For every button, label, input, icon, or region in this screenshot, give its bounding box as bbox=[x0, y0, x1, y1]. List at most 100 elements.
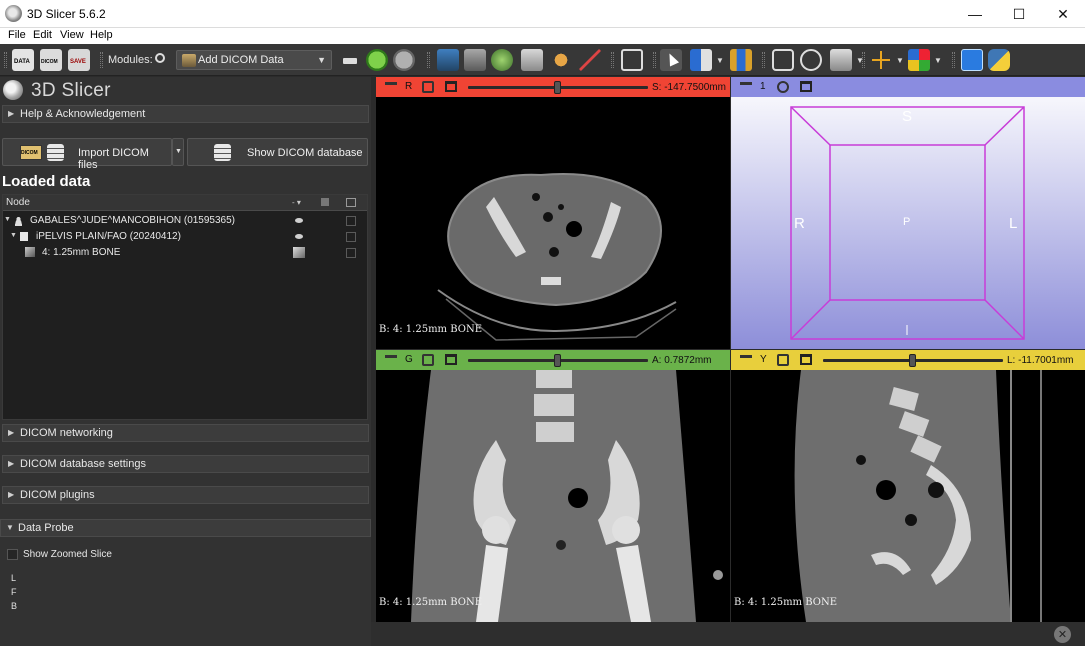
yellow-view-layer-label: B: 4: 1.25mm BONE bbox=[734, 597, 837, 608]
edit-properties-icon[interactable] bbox=[346, 216, 356, 226]
green-slider-thumb[interactable] bbox=[554, 354, 561, 367]
back-arrow-icon[interactable] bbox=[366, 49, 388, 71]
eye-icon[interactable] bbox=[295, 218, 303, 223]
three-d-view[interactable]: 1 S R L P bbox=[731, 77, 1085, 349]
layout-icon[interactable] bbox=[690, 49, 712, 71]
toolbar-grip[interactable] bbox=[762, 52, 765, 68]
dicom-database-settings-header[interactable]: ▶ DICOM database settings bbox=[2, 455, 369, 473]
pin-icon[interactable] bbox=[740, 82, 752, 91]
yellow-slider-thumb[interactable] bbox=[909, 354, 916, 367]
loaded-data-tree[interactable]: Node - ▾ ▼ GABALES^JUDE^MANCOBIHON (0159… bbox=[2, 194, 368, 420]
chevron-down-icon[interactable]: ▼ bbox=[934, 56, 942, 65]
segment-editor-icon[interactable] bbox=[579, 49, 601, 71]
pin-icon[interactable] bbox=[385, 82, 397, 91]
forward-arrow-icon[interactable] bbox=[393, 49, 415, 71]
slice-visibility-icon[interactable] bbox=[293, 247, 305, 258]
dicom-networking-header[interactable]: ▶ DICOM networking bbox=[2, 424, 369, 442]
link-icon[interactable] bbox=[422, 81, 434, 93]
show-zoomed-slice-checkbox[interactable] bbox=[7, 549, 18, 560]
menu-edit[interactable]: Edit bbox=[33, 29, 52, 41]
edit-properties-icon[interactable] bbox=[346, 232, 356, 242]
color-column-icon[interactable] bbox=[321, 198, 329, 206]
screenshot-icon[interactable] bbox=[621, 49, 643, 71]
volumes-module-icon[interactable] bbox=[464, 49, 486, 71]
import-dicom-menu-button[interactable]: ▼ bbox=[172, 138, 184, 166]
menu-file[interactable]: File bbox=[8, 29, 26, 41]
maximize-view-icon[interactable] bbox=[445, 81, 457, 92]
expand-arrow-icon[interactable]: ▼ bbox=[10, 232, 17, 239]
crosshair-view-icon[interactable] bbox=[800, 49, 822, 71]
yellow-slice-view[interactable]: Y L: -11.7001mm B: 4: 1.25mm BONE bbox=[731, 350, 1085, 622]
coronal-ct-image bbox=[411, 370, 723, 622]
study-icon bbox=[20, 232, 28, 241]
pointer-icon[interactable] bbox=[660, 49, 682, 71]
edit-properties-icon[interactable] bbox=[346, 248, 356, 258]
module-selector[interactable]: Add DICOM Data ▼ bbox=[176, 50, 332, 70]
center-view-icon[interactable] bbox=[777, 81, 789, 93]
maximize-button[interactable]: ☐ bbox=[997, 0, 1041, 28]
toolbar-grip[interactable] bbox=[4, 52, 7, 68]
capture-icon[interactable] bbox=[772, 49, 794, 71]
chevron-down-icon[interactable]: ▼ bbox=[896, 56, 904, 65]
maximize-view-icon[interactable] bbox=[800, 81, 812, 92]
transforms-module-icon[interactable] bbox=[521, 49, 543, 71]
minimize-button[interactable]: — bbox=[953, 0, 997, 28]
load-dicom-icon[interactable]: DICOM bbox=[40, 49, 62, 71]
menu-help[interactable]: Help bbox=[90, 29, 113, 41]
database-icon bbox=[47, 144, 64, 161]
models-module-icon[interactable] bbox=[491, 49, 513, 71]
save-data-icon[interactable]: SAVE bbox=[68, 49, 90, 71]
red-slice-view[interactable]: R S: -147.7500mm B: 4: 1.25mm BONE bbox=[376, 77, 730, 349]
toolbar-grip[interactable] bbox=[427, 52, 430, 68]
patient-icon bbox=[14, 216, 23, 226]
toolbar-grip[interactable] bbox=[611, 52, 614, 68]
crosshair-icon[interactable] bbox=[870, 49, 892, 71]
import-dicom-button[interactable]: DICOM Import DICOM files bbox=[2, 138, 172, 171]
probe-letter: B bbox=[11, 601, 18, 611]
extensions-manager-icon[interactable] bbox=[961, 49, 983, 71]
data-probe-header[interactable]: ▼ Data Probe bbox=[0, 519, 371, 537]
toolbar-grip[interactable] bbox=[653, 52, 656, 68]
window-level-icon[interactable] bbox=[730, 49, 752, 71]
pin-icon[interactable] bbox=[385, 355, 397, 364]
visibility-column-icon[interactable]: - ▾ bbox=[292, 198, 301, 207]
loaded-data-title: Loaded data bbox=[2, 173, 91, 190]
section-label: DICOM plugins bbox=[20, 489, 95, 501]
red-slider-thumb[interactable] bbox=[554, 81, 561, 94]
maximize-view-icon[interactable] bbox=[800, 354, 812, 365]
link-icon[interactable] bbox=[777, 354, 789, 366]
search-icon[interactable] bbox=[155, 53, 165, 63]
module-history-icon[interactable] bbox=[340, 49, 362, 71]
link-icon[interactable] bbox=[422, 354, 434, 366]
chevron-down-icon: ▼ bbox=[175, 148, 182, 155]
tree-row-volume[interactable]: 4: 1.25mm BONE bbox=[3, 245, 367, 261]
markups-module-icon[interactable] bbox=[550, 49, 572, 71]
green-offset-value: A: 0.7872mm bbox=[652, 355, 712, 366]
green-slice-view[interactable]: G A: 0.7872mm B: 4: 1.25mm BONE bbox=[376, 350, 730, 622]
annotations-icon[interactable] bbox=[908, 49, 930, 71]
show-dicom-database-button[interactable]: Show DICOM database bbox=[187, 138, 368, 166]
pin-icon[interactable] bbox=[740, 355, 752, 364]
reslice-icon[interactable] bbox=[830, 49, 852, 71]
error-log-icon[interactable]: ✕ bbox=[1054, 626, 1071, 643]
help-section-header[interactable]: ▶ Help & Acknowledgement bbox=[2, 105, 369, 123]
toolbar-grip[interactable] bbox=[862, 52, 865, 68]
toolbar-grip[interactable] bbox=[952, 52, 955, 68]
yellow-view-letter: Y bbox=[760, 354, 767, 365]
dicom-plugins-header[interactable]: ▶ DICOM plugins bbox=[2, 486, 369, 504]
three-d-view-number: 1 bbox=[760, 81, 766, 92]
edit-column-icon[interactable] bbox=[346, 198, 356, 207]
tree-row-patient[interactable]: ▼ GABALES^JUDE^MANCOBIHON (01595365) bbox=[3, 213, 367, 229]
close-window-button[interactable]: ✕ bbox=[1041, 0, 1085, 28]
maximize-view-icon[interactable] bbox=[445, 354, 457, 365]
menu-view[interactable]: View bbox=[60, 29, 84, 41]
expand-arrow-icon[interactable]: ▼ bbox=[4, 216, 11, 223]
window-title: 3D Slicer 5.6.2 bbox=[27, 7, 106, 21]
toolbar-grip[interactable] bbox=[100, 52, 103, 68]
eye-icon[interactable] bbox=[295, 234, 303, 239]
data-module-icon[interactable] bbox=[437, 49, 459, 71]
load-data-icon[interactable]: DATA bbox=[12, 49, 34, 71]
python-console-icon[interactable] bbox=[988, 49, 1010, 71]
chevron-down-icon[interactable]: ▼ bbox=[716, 56, 724, 65]
tree-row-study[interactable]: ▼ iPELVIS PLAIN/FAO (20240412) bbox=[3, 229, 367, 245]
